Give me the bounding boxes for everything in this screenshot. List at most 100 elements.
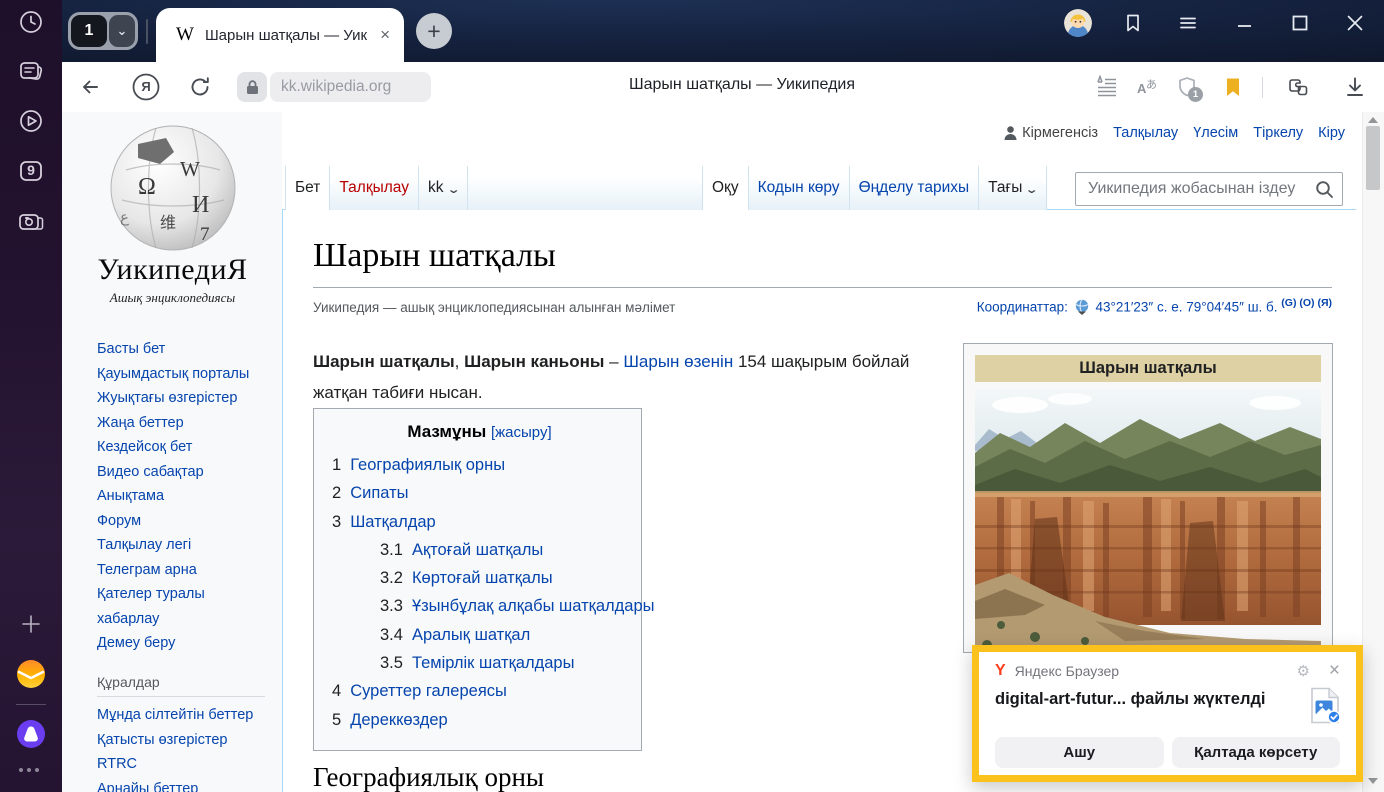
menu-icon[interactable] <box>1176 11 1200 35</box>
scrollbar-down-arrow[interactable] <box>1368 778 1378 784</box>
notes-icon[interactable] <box>17 58 45 86</box>
coordinates-value[interactable]: 43°21′23″ с. е. 79°04′45″ ш. б. <box>1095 300 1277 315</box>
personal-link-talk[interactable]: Талқылау <box>1113 125 1178 141</box>
wiki-right-tabs: Оқу Кодын көру Өңделу тарихы Тағы⌄ <box>702 166 1047 210</box>
scrollbar-thumb[interactable] <box>1366 126 1380 190</box>
rail-more-icon[interactable] <box>19 766 43 774</box>
yandex-button[interactable]: Я <box>132 73 160 101</box>
personal-bar: Кірмегенсіз Талқылау Үлесім Тіркелу Кіру <box>700 125 1345 141</box>
sidebar-link[interactable]: RTRC <box>97 752 272 777</box>
downloaded-file-icon[interactable] <box>1310 687 1340 724</box>
sidebar-link[interactable]: Қауымдастық порталы <box>97 362 272 387</box>
show-in-folder-button[interactable]: Қалтада көрсету <box>1172 737 1341 768</box>
tab-more[interactable]: Тағы⌄ <box>979 166 1046 210</box>
toc-item[interactable]: 3.2Көртоғай шатқалы <box>332 564 627 592</box>
history-icon[interactable] <box>17 8 45 36</box>
tab-language-variant[interactable]: kk⌄ <box>419 166 468 210</box>
reload-button[interactable] <box>188 75 212 99</box>
wikipedia-logo[interactable]: Ω W И 维 7 ع УикипедиЯ Ашық энциклопедияс… <box>95 122 250 306</box>
canyon-photo[interactable] <box>975 389 1321 657</box>
infobox-title: Шарын шатқалы <box>975 355 1321 382</box>
toc-item[interactable]: 2Сипаты <box>332 479 627 507</box>
username-display: Кірмегенсіз <box>1004 125 1098 141</box>
personal-link-register[interactable]: Тіркелу <box>1253 125 1303 141</box>
rail-divider <box>16 704 46 705</box>
back-button[interactable] <box>78 75 102 99</box>
window-close-button[interactable] <box>1343 11 1367 35</box>
translate-icon[interactable]: Aあ <box>1135 75 1159 99</box>
yandex-mail-icon[interactable] <box>16 659 46 689</box>
coordinates-label[interactable]: Координаттар: <box>977 300 1068 315</box>
download-message: digital-art-futur... файлы жүктелді <box>995 687 1310 709</box>
sidebar-link[interactable]: Анықтама <box>97 484 272 509</box>
sidebar-link[interactable]: Телеграм арна <box>97 558 272 583</box>
sidebar-link[interactable]: Талқылау легі <box>97 533 272 558</box>
toc-item[interactable]: 3.5Темірлік шатқалдары <box>332 649 627 677</box>
search-icon[interactable] <box>1315 180 1334 199</box>
sidebar-link[interactable]: Басты бет <box>97 337 272 362</box>
site-security-button[interactable] <box>237 72 267 102</box>
page-scrollbar[interactable] <box>1362 112 1384 792</box>
protect-shield-icon[interactable]: 1 <box>1175 75 1199 99</box>
extensions-icon[interactable] <box>1286 75 1310 99</box>
intro-bold-term: Шарын шатқалы <box>313 352 455 371</box>
river-link[interactable]: Шарын өзенін <box>623 352 733 371</box>
wikipedia-tagline: Ашық энциклопедиясы <box>95 290 250 306</box>
toc-item[interactable]: 3.3Ұзынбұлақ алқабы шатқалдары <box>332 592 627 620</box>
sidebar-link[interactable]: Жуықтағы өзгерістер <box>97 386 272 411</box>
tab-history[interactable]: Өңделу тарихы <box>850 166 980 210</box>
downloads-icon[interactable] <box>1343 75 1367 99</box>
wikipedia-favicon: W <box>176 24 194 46</box>
sidebar-link[interactable]: Арнайы беттер <box>97 777 272 792</box>
tab-group-control[interactable]: 1 ⌄ <box>68 12 138 50</box>
toc-item[interactable]: 3.1Ақтоғай шатқалы <box>332 536 627 564</box>
new-tab-button[interactable]: + <box>416 13 452 49</box>
address-bar[interactable]: kk.wikipedia.org <box>270 72 431 102</box>
toc-hide-link[interactable]: [жасыру] <box>491 424 552 441</box>
reader-mode-icon[interactable] <box>1095 75 1119 99</box>
toc-item[interactable]: 1Географиялық орны <box>332 451 627 479</box>
globe-icon[interactable] <box>1074 299 1090 315</box>
sidebar-link[interactable]: Видео сабақтар <box>97 460 272 485</box>
toc-item[interactable]: 3.4Аралық шатқал <box>332 621 627 649</box>
window-minimize-button[interactable] <box>1233 11 1257 35</box>
bookmarks-panel-icon[interactable] <box>1121 11 1145 35</box>
sidebar-link[interactable]: Форум <box>97 509 272 534</box>
notification-close-icon[interactable]: × <box>1329 664 1340 678</box>
scrollbar-up-arrow[interactable] <box>1368 117 1378 123</box>
tab-read[interactable]: Оқу <box>702 166 749 210</box>
tab-close-icon[interactable]: × <box>376 25 394 45</box>
wikipedia-wordmark[interactable]: УикипедиЯ <box>95 253 250 287</box>
sidebar-link[interactable]: Мұнда сілтейтін беттер <box>97 703 272 728</box>
yandex-logo-icon: Y <box>995 662 1006 680</box>
toc-item[interactable]: 4Суреттер галереясы <box>332 677 627 705</box>
yandex-letter: Я <box>132 79 160 94</box>
window-maximize-button[interactable] <box>1288 11 1312 35</box>
toc-item[interactable]: 3Шатқалдар <box>332 508 627 536</box>
tab-view-source[interactable]: Кодын көру <box>749 166 850 210</box>
sidebar-link[interactable]: Жаңа беттер <box>97 411 272 436</box>
svg-text:ع: ع <box>120 210 129 226</box>
section-heading-geography: Географиялық орны <box>313 762 544 792</box>
sidebar-link[interactable]: Қатысты өзгерістер <box>97 728 272 753</box>
alice-assistant-icon[interactable] <box>16 719 46 749</box>
video-player-icon[interactable] <box>17 107 45 135</box>
add-panel-icon[interactable] <box>17 610 45 638</box>
notification-settings-icon[interactable]: ⚙ <box>1296 662 1309 680</box>
tab-counter-icon[interactable]: 9 <box>17 157 45 185</box>
bookmark-flag-icon[interactable] <box>1221 75 1245 99</box>
coordinates-services[interactable]: (G) (O) (Я) <box>1281 297 1332 309</box>
sidebar-link[interactable]: Қателер туралы хабарлау <box>97 582 265 631</box>
tab-page[interactable]: Бет <box>285 166 330 210</box>
browser-tab-active[interactable]: W Шарын шатқалы — Уик × <box>156 8 404 62</box>
sidebar-link[interactable]: Кездейсоқ бет <box>97 435 272 460</box>
screenshot-icon[interactable] <box>17 208 45 236</box>
sidebar-link[interactable]: Демеу беру <box>97 631 272 656</box>
open-file-button[interactable]: Ашу <box>995 737 1164 768</box>
personal-link-contribs[interactable]: Үлесім <box>1193 125 1238 141</box>
search-input[interactable] <box>1086 179 1315 199</box>
profile-avatar[interactable] <box>1064 9 1092 37</box>
toc-item[interactable]: 5Дереккөздер <box>332 706 627 734</box>
tab-talk[interactable]: Талқылау <box>330 166 419 210</box>
personal-link-login[interactable]: Кіру <box>1318 125 1345 141</box>
